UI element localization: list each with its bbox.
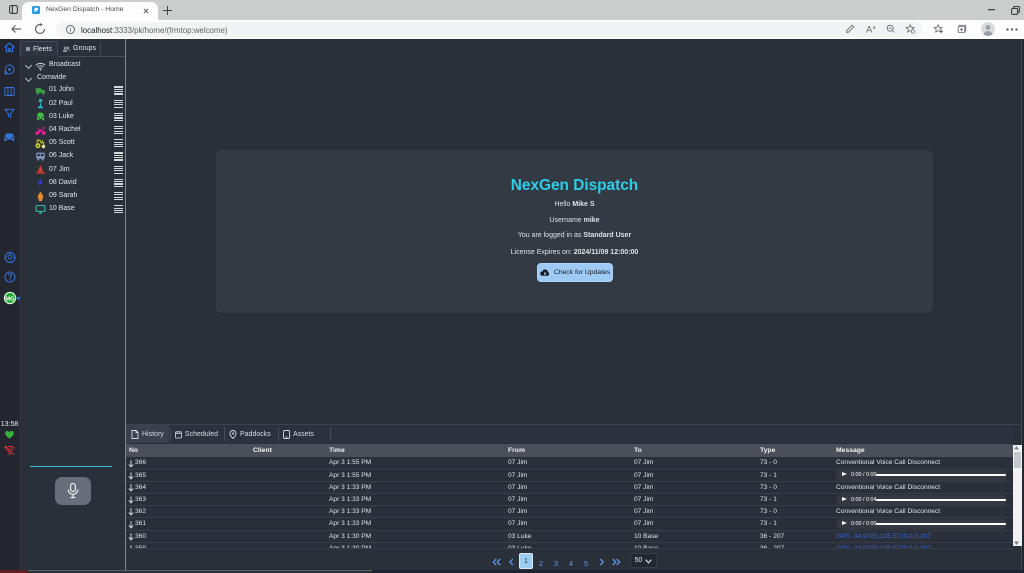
svg-text:MG: MG <box>5 296 15 302</box>
svg-text:a: a <box>873 25 876 31</box>
